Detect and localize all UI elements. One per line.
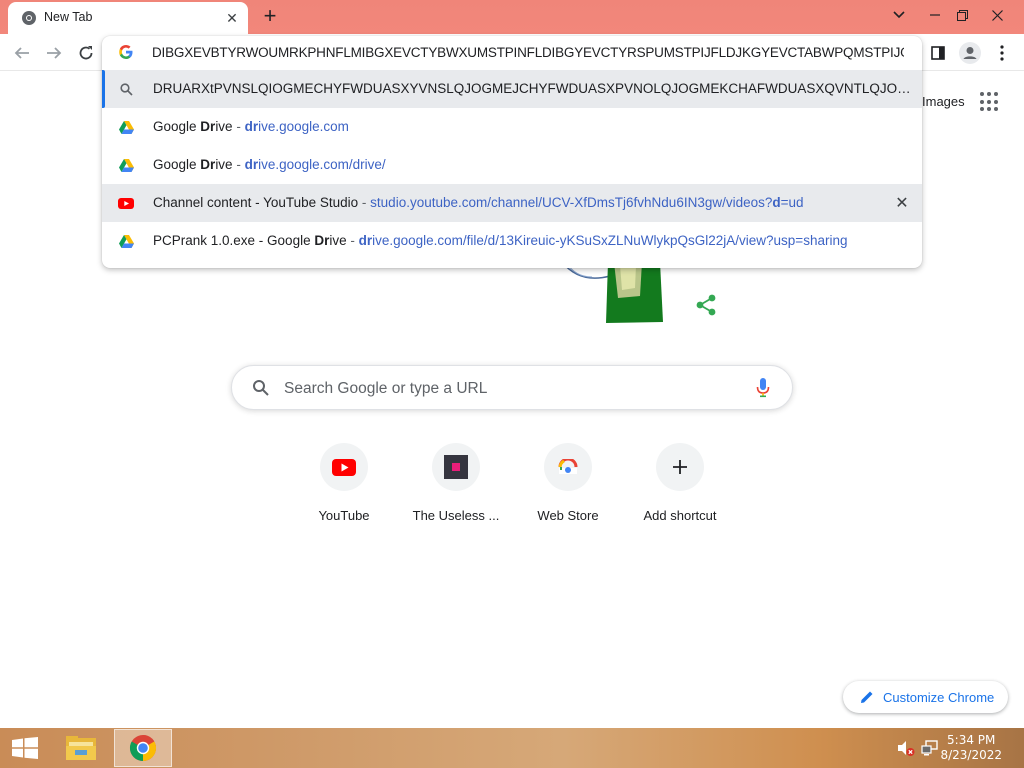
voice-search-icon[interactable]: [756, 378, 770, 398]
windows-taskbar: 5:34 PM 8/23/2022: [0, 728, 1024, 768]
search-icon: [253, 380, 269, 396]
address-bar[interactable]: DIBGXEVBTYRWOUMRKPHNFLMIBGXEVCTYBWXUMSTP…: [102, 36, 922, 68]
suggestion-url-match: dr: [244, 119, 259, 134]
shortcut-web-store[interactable]: Web Store: [512, 443, 624, 533]
suggestion-text: DRUARXtPVNSLQIOGMECHYFWDUASXYVNSLQJOGMEJ…: [153, 81, 913, 96]
forward-arrow-icon[interactable]: [40, 39, 68, 67]
suggestion-title: PCPrank 1.0.exe - Google: [153, 233, 315, 248]
taskbar-file-explorer[interactable]: [52, 729, 110, 767]
shortcut-the-useless-web[interactable]: The Useless ...: [400, 443, 512, 533]
tab-strip: New Tab ✕ +: [0, 0, 1024, 34]
remove-suggestion-icon[interactable]: ✕: [894, 195, 910, 212]
suggestion-title-match: Dr: [200, 119, 216, 134]
profile-avatar-icon[interactable]: [956, 39, 984, 67]
folder-icon: [66, 736, 96, 760]
suggestion-url: ive.google.com/file/d/13Kireuic-yKSuSxZL…: [372, 233, 848, 248]
suggestion-separator: -: [232, 119, 245, 134]
clock-time: 5:34 PM: [947, 733, 996, 747]
suggestion-url-match: d: [772, 195, 781, 210]
selection-indicator: [102, 70, 105, 108]
suggestion-title-rest: ive: [329, 233, 347, 248]
suggestion-title-match: Dr: [200, 157, 216, 172]
youtube-icon: [118, 195, 134, 211]
tab-title: New Tab: [44, 10, 93, 24]
close-tab-icon[interactable]: ✕: [224, 10, 240, 26]
plus-icon: [673, 460, 687, 474]
suggestion-title: Google: [153, 119, 201, 134]
google-drive-icon: [118, 119, 134, 135]
windows-start-icon[interactable]: [12, 737, 38, 759]
customize-chrome-button[interactable]: Customize Chrome: [843, 681, 1008, 713]
clock-date: 8/23/2022: [940, 748, 1002, 762]
suggestion-separator: -: [346, 233, 359, 248]
omnibox-suggestion-google-drive[interactable]: Google Drive - drive.google.com: [102, 108, 922, 146]
shortcut-label: YouTube: [318, 508, 370, 523]
back-arrow-icon[interactable]: [8, 39, 36, 67]
suggestion-url-match: dr: [244, 157, 259, 172]
google-apps-icon[interactable]: [980, 92, 1000, 112]
suggestion-url-match: dr: [358, 233, 373, 248]
useless-web-icon: [444, 455, 468, 479]
omnibox-suggestion-google-drive-drive[interactable]: Google Drive - drive.google.com/drive/: [102, 146, 922, 184]
suggestion-title-rest: ive: [215, 157, 233, 172]
minimize-icon[interactable]: [920, 2, 950, 28]
ntp-search-box[interactable]: Search Google or type a URL: [231, 365, 793, 410]
restore-icon[interactable]: [947, 2, 977, 28]
suggestion-separator: -: [358, 195, 371, 210]
side-panel-icon[interactable]: [924, 39, 952, 67]
reload-icon[interactable]: [72, 39, 100, 67]
suggestion-title: Channel content - YouTube Studio: [153, 195, 359, 210]
omnibox-popup: DIBGXEVBTYRWOUMRKPHNFLMIBGXEVCTYBWXUMSTP…: [102, 36, 922, 268]
omnibox-suggestion-pcprank[interactable]: PCPrank 1.0.exe - Google Drive - drive.g…: [102, 222, 922, 260]
web-store-icon: [558, 459, 578, 474]
suggestion-title-match: Dr: [314, 233, 330, 248]
suggestion-url: studio.youtube.com/channel/UCV-XfDmsTj6f…: [370, 195, 773, 210]
shortcut-youtube[interactable]: YouTube: [288, 443, 400, 533]
google-g-icon: [119, 45, 133, 59]
share-icon: [696, 294, 716, 316]
google-doodle[interactable]: [540, 262, 740, 332]
system-clock[interactable]: 5:34 PM 8/23/2022: [940, 733, 1002, 763]
volume-muted-icon[interactable]: [896, 738, 916, 758]
suggestion-url: ive.google.com/drive/: [258, 157, 386, 172]
chrome-icon: [129, 734, 157, 762]
suggestion-url: ive.google.com: [258, 119, 349, 134]
pencil-icon: [861, 691, 873, 703]
add-shortcut-button[interactable]: Add shortcut: [624, 443, 736, 533]
taskbar-chrome[interactable]: [114, 729, 172, 767]
customize-chrome-label: Customize Chrome: [883, 690, 995, 705]
google-drive-icon: [118, 233, 134, 249]
suggestion-title: Google: [153, 157, 201, 172]
new-tab-button[interactable]: +: [258, 3, 282, 28]
search-icon: [118, 81, 134, 97]
shortcut-label: The Useless ...: [412, 508, 500, 523]
omnibox-suggestion-search[interactable]: DRUARXtPVNSLQIOGMECHYFWDUASXYVNSLQJOGMEJ…: [102, 70, 922, 108]
images-link[interactable]: Images: [922, 94, 965, 109]
shortcut-label: Web Store: [537, 508, 599, 523]
menu-kebab-icon[interactable]: [988, 39, 1016, 67]
address-bar-input[interactable]: DIBGXEVBTYRWOUMRKPHNFLMIBGXEVCTYBWXUMSTP…: [152, 44, 904, 60]
chrome-favicon-icon: [22, 11, 36, 25]
suggestion-title-rest: ive: [215, 119, 233, 134]
omnibox-suggestion-youtube-studio[interactable]: Channel content - YouTube Studio - studi…: [102, 184, 922, 222]
suggestion-url-rest: =ud: [780, 195, 804, 210]
close-window-icon[interactable]: [982, 2, 1012, 28]
network-icon[interactable]: [920, 738, 940, 758]
youtube-icon: [332, 458, 356, 476]
tab-search-chevron-icon[interactable]: [884, 2, 914, 28]
suggestion-separator: -: [232, 157, 245, 172]
google-drive-icon: [118, 157, 134, 173]
shortcut-label: Add shortcut: [643, 508, 717, 523]
search-placeholder: Search Google or type a URL: [284, 380, 488, 397]
tab-new-tab[interactable]: New Tab ✕: [8, 2, 248, 34]
